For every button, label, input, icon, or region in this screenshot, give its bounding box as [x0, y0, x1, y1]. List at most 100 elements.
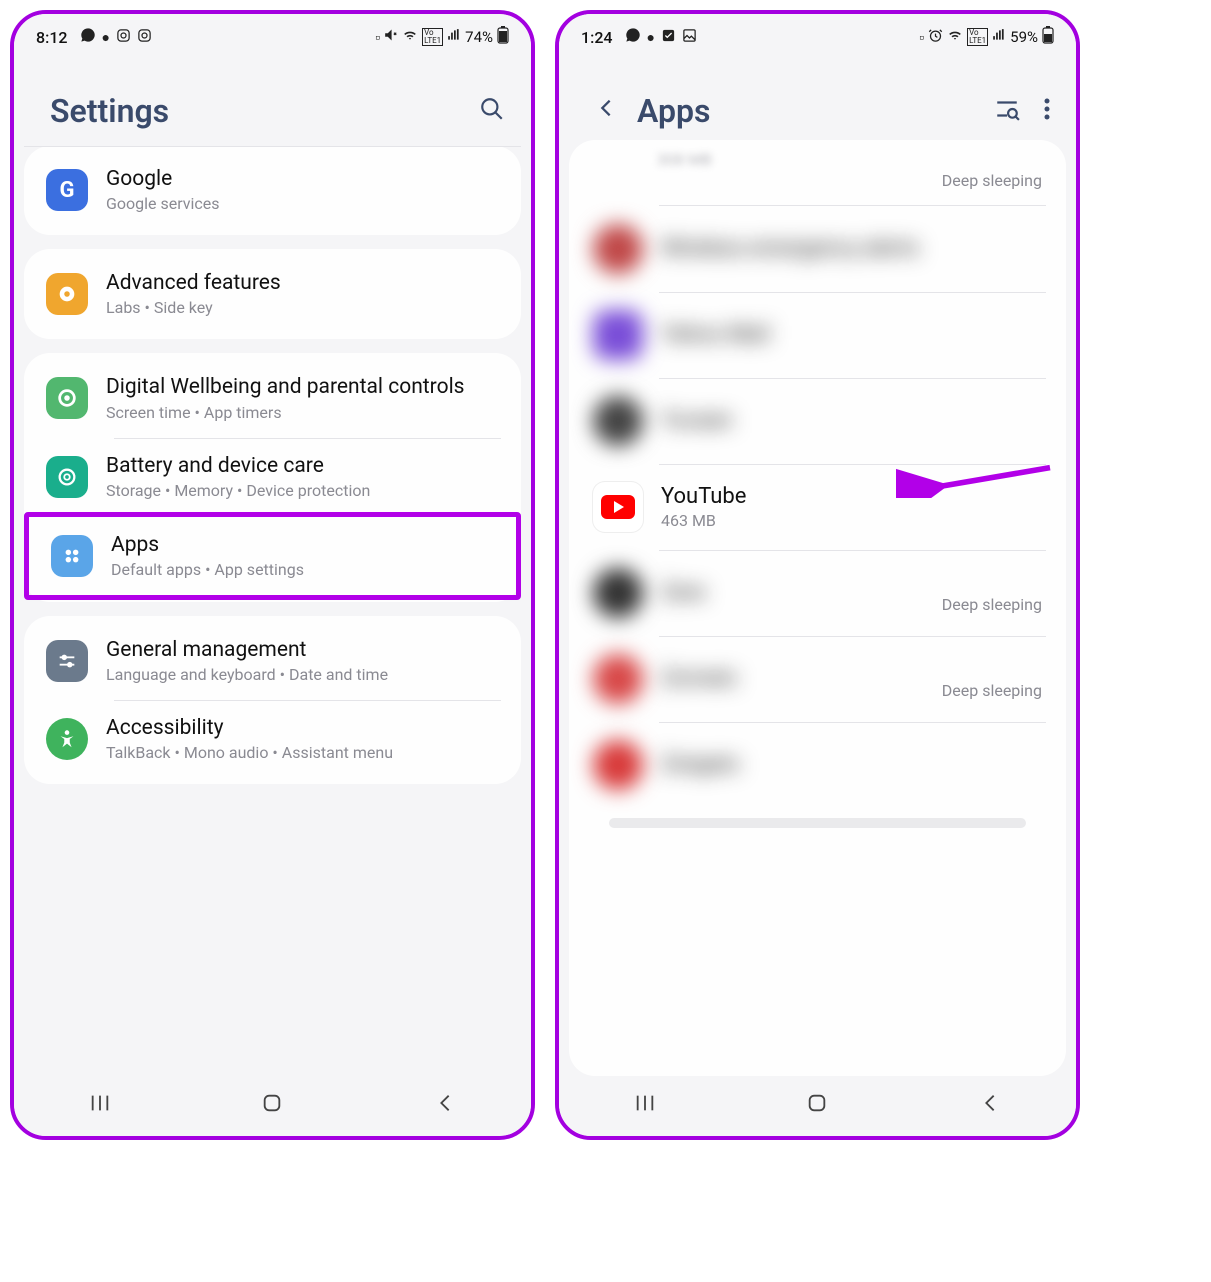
whatsapp-icon: [625, 27, 641, 47]
wifi-icon: [947, 28, 963, 46]
image-icon: [682, 28, 697, 47]
app-title: Wireless emergency alerts: [661, 236, 1042, 261]
setting-sub: Default apps • App settings: [111, 560, 494, 579]
app-title: YouTube: [661, 484, 1042, 509]
battery-saver-icon: ▫: [375, 29, 380, 46]
apps-icon: [51, 535, 93, 577]
setting-item-battery[interactable]: Battery and device care Storage • Memory…: [24, 438, 521, 516]
setting-item-wellbeing[interactable]: Digital Wellbeing and parental controls …: [24, 359, 521, 437]
app-icon: [593, 224, 643, 274]
app-item[interactable]: Wireless emergency alerts: [569, 206, 1066, 292]
volte-icon: VoLTE1: [967, 28, 988, 46]
setting-title: Advanced features: [106, 271, 499, 296]
app-title: Yahoo Mail: [661, 322, 1042, 347]
nav-bar: [559, 1076, 1076, 1136]
app-title: Zomato: [661, 666, 924, 691]
general-icon: [46, 640, 88, 682]
app-status: Deep sleeping: [942, 681, 1042, 700]
setting-title: General management: [106, 638, 499, 663]
battery-icon: [1042, 26, 1054, 48]
app-item[interactable]: Zomato Deep sleeping: [569, 636, 1066, 722]
back-button[interactable]: [979, 1092, 1001, 1120]
google-icon: G: [46, 169, 88, 211]
status-bar: 8:12 ● ▫ VoLTE1 74%: [14, 14, 531, 52]
back-button[interactable]: [434, 1092, 456, 1120]
signal-icon: [992, 28, 1006, 46]
app-status: Deep sleeping: [942, 595, 1042, 614]
page-title: Settings: [50, 92, 169, 130]
highlight-apps: Apps Default apps • App settings: [24, 512, 521, 600]
setting-title: Digital Wellbeing and parental controls: [106, 375, 499, 400]
setting-item-google[interactable]: G Google Google services: [24, 146, 521, 229]
scroll-indicator: [609, 818, 1026, 828]
volte-icon: VoLTE1: [422, 28, 443, 46]
setting-sub: Labs • Side key: [106, 298, 499, 317]
whatsapp-icon: [80, 27, 96, 47]
search-icon[interactable]: [479, 96, 505, 126]
page-header: Apps: [559, 52, 1076, 140]
app-icon: [593, 654, 643, 704]
battery-percent: 74%: [465, 28, 493, 46]
setting-sub: Google services: [106, 194, 499, 213]
app-title: Zwigato: [661, 752, 1042, 777]
battery-icon: [497, 26, 509, 48]
settings-list: G Google Google services Advanced featur…: [14, 140, 531, 1076]
setting-title: Apps: [111, 533, 494, 558]
instagram-icon: [116, 28, 131, 47]
setting-title: Accessibility: [106, 716, 499, 741]
setting-item-apps[interactable]: Apps Default apps • App settings: [29, 517, 516, 595]
phone-left: 8:12 ● ▫ VoLTE1 74%: [10, 10, 535, 1140]
setting-item-advanced[interactable]: Advanced features Labs • Side key: [24, 255, 521, 333]
message-icon: ●: [647, 29, 655, 46]
app-item[interactable]: Yuvaan: [569, 378, 1066, 464]
app-item[interactable]: Yahoo Mail: [569, 292, 1066, 378]
battery-saver-icon: ▫: [919, 29, 924, 46]
app-item-partial[interactable]: 308 MB Deep sleeping: [569, 146, 1066, 206]
setting-sub: Storage • Memory • Device protection: [106, 481, 499, 500]
battery-percent: 59%: [1010, 28, 1038, 46]
accessibility-icon: [46, 718, 88, 760]
setting-title: Battery and device care: [106, 454, 499, 479]
status-time: 8:12: [36, 28, 68, 47]
app-title: Yuvaan: [661, 408, 1042, 433]
alarm-icon: [928, 28, 943, 47]
home-button[interactable]: [261, 1092, 283, 1120]
more-icon[interactable]: [1044, 97, 1050, 125]
back-icon[interactable]: [595, 94, 617, 129]
wifi-icon: [402, 28, 418, 46]
signal-icon: [447, 28, 461, 46]
app-icon: [593, 568, 643, 618]
status-bar: 1:24 ● ▫ VoLTE1 59%: [559, 14, 1076, 52]
home-button[interactable]: [806, 1092, 828, 1120]
phone-right: 1:24 ● ▫ VoLTE1 59%: [555, 10, 1080, 1140]
page-header: Settings: [14, 52, 531, 140]
app-icon: [593, 396, 643, 446]
filter-search-icon[interactable]: [994, 96, 1020, 126]
app-icon: [593, 740, 643, 790]
battery-care-icon: [46, 456, 88, 498]
app-sub: 308 MB: [657, 150, 712, 169]
recents-button[interactable]: [634, 1092, 656, 1120]
app-item[interactable]: Zwigato: [569, 722, 1066, 808]
setting-sub: TalkBack • Mono audio • Assistant menu: [106, 743, 499, 762]
check-icon: [661, 28, 676, 47]
setting-title: Google: [106, 167, 499, 192]
setting-item-general[interactable]: General management Language and keyboard…: [24, 622, 521, 700]
wellbeing-icon: [46, 377, 88, 419]
mute-icon: [384, 28, 398, 46]
setting-sub: Language and keyboard • Date and time: [106, 665, 499, 684]
apps-list: 308 MB Deep sleeping Wireless emergency …: [559, 140, 1076, 1076]
app-item-youtube[interactable]: YouTube 463 MB: [569, 464, 1066, 550]
instagram-icon-2: [137, 28, 152, 47]
nav-bar: [14, 1076, 531, 1136]
app-item[interactable]: Zara Deep sleeping: [569, 550, 1066, 636]
recents-button[interactable]: [89, 1092, 111, 1120]
app-icon: [593, 310, 643, 360]
advanced-icon: [46, 273, 88, 315]
message-icon: ●: [102, 29, 110, 46]
app-title: Zara: [661, 580, 924, 605]
page-title: Apps: [637, 92, 710, 130]
app-sub: 463 MB: [661, 511, 1042, 530]
setting-sub: Screen time • App timers: [106, 403, 499, 422]
setting-item-accessibility[interactable]: Accessibility TalkBack • Mono audio • As…: [24, 700, 521, 778]
